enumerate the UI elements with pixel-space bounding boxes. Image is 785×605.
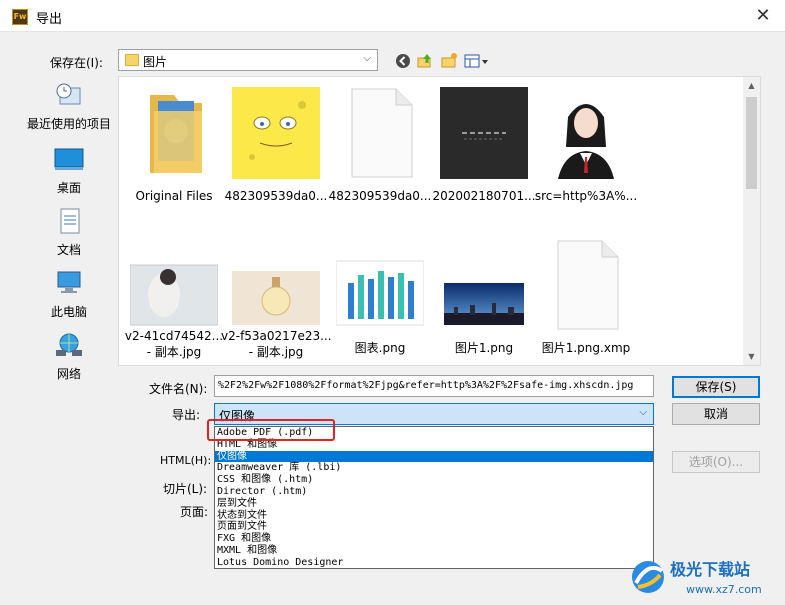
file-name: 482309539da0... — [328, 189, 432, 203]
pages-label: 页面: — [180, 505, 209, 519]
file-list: Original Files 482309539da0... 482309539… — [118, 76, 761, 366]
save-in-label: 保存在(I): — [50, 56, 103, 70]
export-option[interactable]: 状态到文件 — [215, 510, 653, 522]
image-thumbnail — [550, 87, 622, 179]
image-thumbnail — [232, 271, 320, 325]
cancel-button[interactable]: 取消 — [672, 403, 760, 425]
chart-thumbnail — [335, 260, 425, 326]
file-item[interactable]: 202002180701... — [429, 87, 539, 204]
scroll-down-icon[interactable]: ▼ — [743, 348, 760, 365]
folder-icon — [125, 54, 139, 66]
options-button[interactable]: 选项(O)... — [672, 451, 760, 473]
file-item[interactable]: 图片1.png — [429, 239, 539, 356]
file-name: 图表.png — [354, 341, 406, 355]
watermark-url: www.xz7.com — [686, 583, 762, 596]
export-option[interactable]: Dreamweaver 库 (.lbi) — [215, 462, 653, 474]
image-thumbnail — [232, 87, 320, 179]
close-icon[interactable]: ✕ — [751, 4, 775, 28]
file-name: 202002180701... — [432, 189, 536, 203]
scroll-up-icon[interactable]: ▲ — [743, 77, 760, 94]
export-option[interactable]: 页面到文件 — [215, 521, 653, 533]
file-item[interactable]: Original Files — [119, 87, 229, 204]
up-folder-icon[interactable] — [416, 52, 434, 70]
export-option[interactable]: 层到文件 — [215, 498, 653, 510]
slices-label: 切片(L): — [163, 482, 208, 496]
file-item[interactable]: 482309539da0... — [325, 87, 435, 204]
scrollbar-thumb[interactable] — [746, 97, 757, 189]
place-label: 桌面 — [56, 181, 81, 195]
computer-icon — [57, 271, 81, 293]
place-this-pc[interactable]: 此电脑 — [22, 270, 116, 320]
image-thumbnail — [444, 283, 524, 325]
file-item[interactable]: v2-f53a0217e23... - 副本.jpg — [221, 239, 331, 360]
image-thumbnail — [440, 87, 528, 179]
file-item[interactable]: v2-41cd74542... - 副本.jpg — [119, 239, 229, 360]
file-name-line2: - 副本.jpg — [146, 345, 202, 359]
export-option[interactable]: CSS 和图像 (.htm) — [215, 474, 653, 486]
file-name-line2: - 副本.jpg — [248, 345, 304, 359]
file-item[interactable]: 图片1.png.xmp — [531, 239, 641, 356]
file-item[interactable]: 482309539da0... — [221, 87, 331, 204]
fireworks-app-icon: Fw — [12, 9, 28, 25]
export-option[interactable]: MXML 和图像 — [215, 545, 653, 557]
export-label: 导出: — [172, 408, 201, 422]
file-name: src=http%3A%... — [534, 189, 638, 203]
recent-icon — [56, 83, 81, 105]
filename-label: 文件名(N): — [149, 382, 208, 396]
highlight-box — [207, 419, 335, 441]
blank-file-icon — [557, 240, 619, 330]
export-option[interactable]: Lotus Domino Designer — [215, 557, 653, 569]
places-bar: 最近使用的项目 桌面 文档 此电脑 网络 — [22, 76, 116, 381]
place-documents[interactable]: 文档 — [22, 208, 116, 258]
place-label: 最近使用的项目 — [26, 117, 111, 131]
blank-file-icon — [351, 88, 413, 178]
file-name: 482309539da0... — [224, 189, 328, 203]
place-label: 此电脑 — [50, 305, 87, 319]
export-option[interactable]: FXG 和图像 — [215, 533, 653, 545]
watermark-logo: 极光下载站 www.xz7.com — [632, 560, 762, 596]
html-label: HTML(H): — [160, 454, 212, 467]
export-option-selected[interactable]: 仅图像 — [215, 450, 653, 463]
chevron-down-icon: ⌵ — [639, 407, 647, 418]
vertical-scrollbar[interactable]: ▲ ▼ — [743, 77, 760, 365]
save-in-value: 图片 — [143, 55, 168, 69]
documents-icon — [60, 208, 80, 234]
filename-field[interactable]: %2F2%2Fw%2F1080%2Fformat%2Fjpg&refer=htt… — [214, 375, 654, 397]
dialog-title: 导出 — [36, 12, 63, 27]
folder-icon — [150, 95, 202, 173]
network-icon — [56, 333, 82, 356]
place-recent[interactable]: 最近使用的项目 — [22, 82, 116, 132]
watermark-text: 极光下载站 — [670, 560, 750, 579]
file-name: 图片1.png — [454, 341, 514, 355]
file-item[interactable]: src=http%3A%... — [531, 87, 641, 204]
back-icon[interactable] — [394, 52, 412, 70]
place-label: 网络 — [56, 367, 81, 381]
title-bar: Fw 导出 ✕ — [0, 0, 785, 32]
file-item[interactable]: 图表.png — [325, 239, 435, 356]
file-name: Original Files — [135, 189, 213, 203]
place-network[interactable]: 网络 — [22, 332, 116, 382]
desktop-icon — [54, 148, 84, 170]
place-label: 文档 — [56, 243, 81, 257]
file-name: 图片1.png.xmp — [541, 341, 631, 355]
view-menu-icon[interactable] — [463, 52, 489, 70]
export-option[interactable]: Director (.htm) — [215, 486, 653, 498]
chevron-down-icon: ⌵ — [363, 53, 371, 64]
save-in-combo[interactable]: 图片 ⌵ — [118, 49, 378, 71]
export-type-dropdown[interactable]: Adobe PDF (.pdf) HTML 和图像 仅图像 Dreamweave… — [214, 426, 654, 569]
save-button[interactable]: 保存(S) — [672, 376, 760, 398]
image-thumbnail — [129, 264, 219, 326]
new-folder-icon[interactable] — [440, 52, 458, 70]
place-desktop[interactable]: 桌面 — [22, 146, 116, 196]
